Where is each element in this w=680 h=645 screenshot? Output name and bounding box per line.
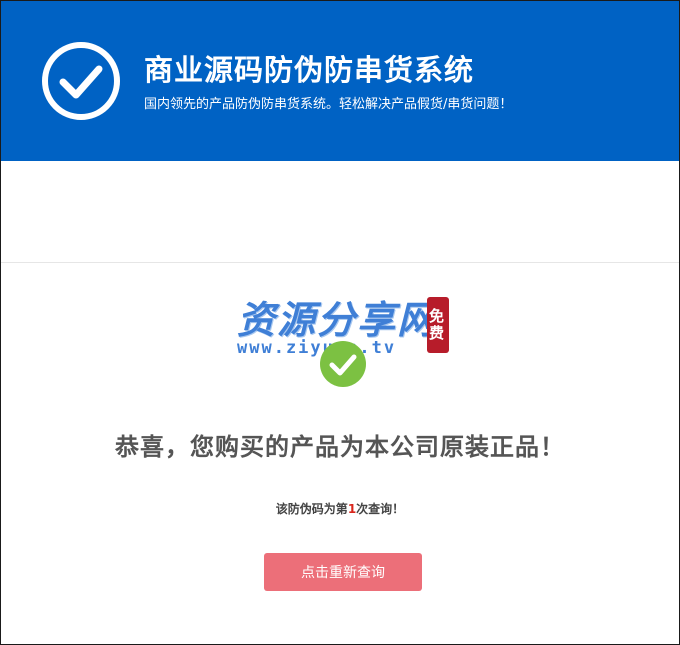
green-check-icon bbox=[320, 341, 366, 387]
requery-button[interactable]: 点击重新查询 bbox=[264, 553, 422, 591]
query-count: 1 bbox=[347, 502, 357, 516]
page-subtitle: 国内领先的产品防伪防串货系统。轻松解决产品假货/串货问题！ bbox=[144, 97, 513, 112]
page-title: 商业源码防伪防串货系统 bbox=[144, 53, 475, 87]
query-count-line: 该防伪码为第1次查询！ bbox=[1, 500, 679, 517]
result-message: 恭喜，您购买的产品为本公司原装正品！ bbox=[115, 433, 565, 461]
page-frame: 商业源码防伪防串货系统 国内领先的产品防伪防串货系统。轻松解决产品假货/串货问题… bbox=[0, 0, 680, 645]
query-suffix: 次查询！ bbox=[356, 502, 405, 516]
header-banner: 商业源码防伪防串货系统 国内领先的产品防伪防串货系统。轻松解决产品假货/串货问题… bbox=[1, 1, 679, 161]
section-divider bbox=[1, 262, 679, 263]
check-circle-icon bbox=[42, 42, 120, 120]
watermark-url: www.ziyuan.tv bbox=[237, 338, 397, 358]
watermark-seal: 免费 bbox=[427, 297, 449, 353]
query-prefix: 该防伪码为第 bbox=[275, 502, 348, 516]
watermark-main-text: 资源分享网 bbox=[237, 297, 438, 342]
